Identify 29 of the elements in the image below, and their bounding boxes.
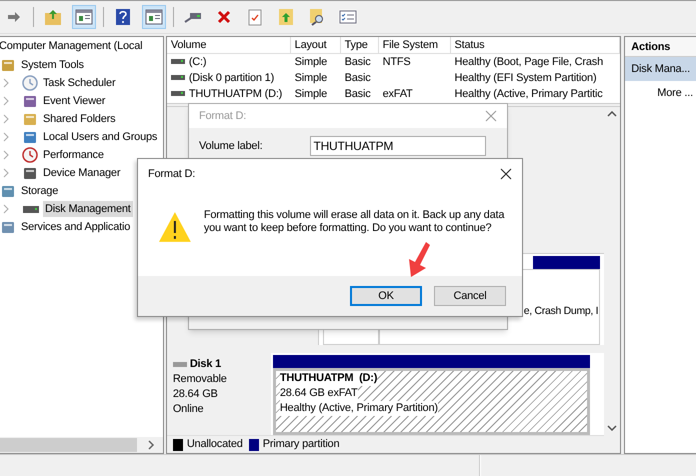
table-cell-text: exFAT — [382, 86, 413, 102]
table-cell-text: Basic — [344, 54, 371, 70]
legend-label: Primary partition — [262, 437, 340, 452]
table-cell-text: THUTHUATPM (D:) — [188, 86, 282, 102]
field-label: Volume label: — [199, 138, 262, 154]
disk-name: Disk 1 — [190, 357, 222, 372]
table-cell-text: Healthy (EFI System Partition) — [454, 70, 596, 86]
table-cell-text: Simple — [294, 54, 328, 70]
actions-title: Actions — [625, 37, 696, 57]
partition-text: e, Crash Dump, I — [524, 304, 598, 319]
table-cell-text: Healthy (Boot, Page File, Crash — [454, 54, 603, 70]
dialog-title: Format D: — [148, 166, 196, 182]
partition-detail: 28.64 GB exFAT — [280, 386, 358, 401]
legend-label: Unallocated — [186, 437, 243, 452]
disk-size: 28.64 GB — [172, 387, 219, 402]
disk-status: Online — [172, 402, 204, 417]
dialog-message: Formatting this volume will erase all data on it. Back up any data you want to keep before formatting. Do you want to continue? — [204, 209, 506, 235]
table-cell-text: Healthy (Active, Primary Partitic — [454, 86, 603, 102]
table-cell-text: (C:) — [188, 54, 206, 70]
table-cell-text: Simple — [294, 70, 328, 86]
disk-type: Removable — [172, 372, 228, 387]
table-cell-text: NTFS — [382, 54, 410, 70]
table-cell-text: (Disk 0 partition 1) — [188, 70, 274, 86]
table-cell-text: Basic — [344, 70, 371, 86]
table-cell-text: Basic — [344, 86, 371, 102]
partition-name: THUTHUATPM (D:) — [280, 371, 378, 386]
dialog-title: Format D: — [199, 108, 246, 124]
table-cell-text: Simple — [294, 86, 328, 102]
partition-status: Healthy (Active, Primary Partition) — [280, 401, 438, 416]
